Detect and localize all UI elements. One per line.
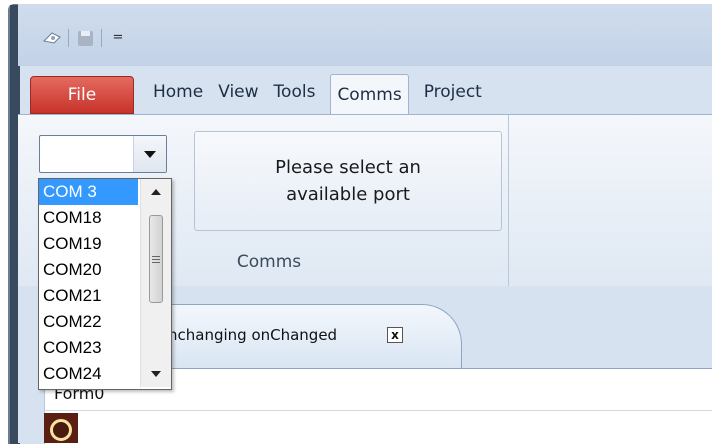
tab-tools[interactable]: Tools bbox=[270, 82, 327, 114]
port-list-item[interactable]: COM19 bbox=[39, 231, 138, 257]
tab-comms[interactable]: Comms bbox=[330, 74, 409, 114]
tab-project[interactable]: Project bbox=[413, 82, 493, 114]
port-list-item[interactable]: COM23 bbox=[39, 335, 138, 361]
scroll-up-button[interactable] bbox=[141, 179, 171, 205]
combo-dropdown-button[interactable] bbox=[133, 136, 166, 172]
tab-home[interactable]: Home bbox=[142, 82, 214, 114]
grip-icon bbox=[152, 254, 160, 265]
save-icon[interactable] bbox=[75, 28, 95, 48]
tab-view[interactable]: View bbox=[214, 82, 269, 114]
port-list-item[interactable]: COM21 bbox=[39, 283, 138, 309]
toolbar-separator bbox=[68, 29, 69, 47]
customize-dropdown-icon[interactable]: = bbox=[108, 28, 128, 48]
select-port-line2: available port bbox=[286, 184, 410, 205]
close-icon[interactable]: x bbox=[387, 327, 403, 343]
ribbon-tabs: File Home View Tools Comms Project bbox=[30, 66, 493, 114]
divider bbox=[44, 410, 712, 411]
tab-file-label: File bbox=[67, 85, 97, 105]
port-list-item[interactable]: COM18 bbox=[39, 205, 138, 231]
port-list-item[interactable]: COM20 bbox=[39, 257, 138, 283]
toolbar-separator bbox=[101, 29, 102, 47]
port-list-item[interactable]: COM 3 bbox=[39, 179, 138, 205]
scroll-down-button[interactable] bbox=[141, 361, 171, 387]
title-bar: = bbox=[18, 4, 712, 66]
port-list: COM 3 COM18 COM19 COM20 COM21 COM22 COM2… bbox=[39, 179, 138, 387]
chevron-down-icon bbox=[144, 150, 156, 158]
port-dropdown-list[interactable]: COM 3 COM18 COM19 COM20 COM21 COM22 COM2… bbox=[38, 178, 172, 390]
document-tab-label: nchanging onChanged bbox=[168, 326, 338, 344]
select-port-line1: Please select an bbox=[275, 157, 421, 178]
gauge-widget-icon[interactable] bbox=[44, 413, 78, 443]
scroll-thumb[interactable] bbox=[149, 215, 163, 303]
port-list-item[interactable]: COM24 bbox=[39, 361, 138, 387]
tab-file[interactable]: File bbox=[30, 76, 134, 114]
quick-access-toolbar: = bbox=[42, 26, 128, 50]
tab-comms-label: Comms bbox=[337, 84, 402, 105]
select-port-button[interactable]: Please select an available port bbox=[194, 131, 502, 231]
chevron-down-icon bbox=[151, 371, 161, 377]
ribbon-logo-icon[interactable] bbox=[42, 28, 62, 48]
vertical-scrollbar[interactable] bbox=[140, 179, 171, 387]
chevron-up-icon bbox=[151, 189, 161, 195]
port-list-item[interactable]: COM22 bbox=[39, 309, 138, 335]
port-combo-box[interactable] bbox=[39, 135, 167, 173]
